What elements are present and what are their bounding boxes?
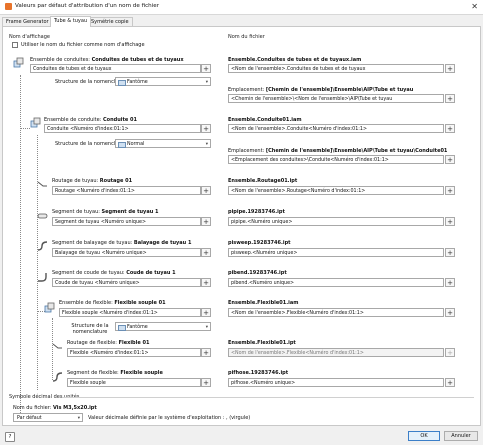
file-name-section: Nom du fichier (228, 34, 265, 40)
tree-line-conduite (37, 135, 38, 390)
display-name-field[interactable]: Flexible <Numéro d'index:01:1> (67, 348, 201, 357)
file-name-field[interactable]: <Nom de l'ensemble>.Routage<Numéro d'ind… (228, 186, 444, 195)
help-icon[interactable]: ? (5, 432, 15, 442)
display-name-field[interactable]: Conduites de tubes et de tuyaux (30, 64, 201, 73)
chevron-down-icon: ▾ (205, 80, 208, 85)
add-button[interactable]: + (201, 348, 211, 357)
file-name-field[interactable]: pifhose.<Numéro unique> (228, 378, 444, 387)
add-button[interactable]: + (201, 217, 211, 226)
add-button[interactable]: + (201, 124, 211, 133)
file-name-field[interactable]: <Nom de l'ensemble>.Conduites de tubes e… (228, 64, 444, 73)
window-title: Valeurs par défaut d'attribution d'un no… (15, 3, 160, 9)
file-name-field[interactable]: <Nom de l'ensemble>.Conduite<Numéro d'in… (228, 124, 444, 133)
file-title: pisweep.19283746.ipt (228, 240, 291, 246)
file-title: Ensemble.Conduites de tubes et de tuyaux… (228, 57, 362, 63)
file-title: pibend.19283746.ipt (228, 270, 287, 276)
add-button[interactable]: + (201, 378, 211, 387)
bom-structure-select[interactable]: Normal ▾ (115, 139, 211, 148)
row-label: Segment de coude de tuyau: Coude de tuya… (52, 270, 176, 276)
hose-assembly-icon (44, 302, 55, 313)
sweep-icon (37, 241, 48, 252)
add-button[interactable]: + (445, 378, 455, 387)
add-button[interactable]: + (445, 124, 455, 133)
chevron-down-icon: ▾ (205, 325, 208, 330)
add-button[interactable]: + (445, 308, 455, 317)
close-icon[interactable]: ✕ (471, 2, 478, 11)
add-button[interactable]: + (445, 217, 455, 226)
add-button[interactable]: + (201, 308, 211, 317)
display-name-field[interactable]: Flexible souple (67, 378, 201, 387)
display-name-field[interactable]: Conduite <Numéro d'index:01:1> (44, 124, 201, 133)
bom-structure-select[interactable]: Fantôme ▾ (115, 77, 211, 86)
decimal-symbol-select[interactable]: Par défaut ▾ (13, 413, 83, 422)
use-filename-checkbox[interactable] (12, 42, 18, 48)
location-field[interactable]: <Emplacement des conduites>\Conduite<Num… (228, 155, 444, 164)
chevron-down-icon: ▾ (77, 416, 80, 421)
add-button: + (445, 348, 455, 357)
add-button[interactable]: + (445, 64, 455, 73)
file-title: Ensemble.Flexible01.iam (228, 300, 299, 306)
display-name-field[interactable]: Routage <Numéro d'index:01:1> (52, 186, 201, 195)
bom-structure-select[interactable]: Fantôme ▾ (115, 322, 211, 331)
file-name-field[interactable]: <Nom de l'ensemble>.Flexible<Numéro d'in… (228, 308, 444, 317)
row-label: Segment de flexible: Flexible souple (67, 370, 163, 376)
add-button[interactable]: + (445, 248, 455, 257)
pipe-segment-icon (37, 211, 48, 222)
cancel-button[interactable]: Annuler (444, 431, 478, 441)
file-title: Ensemble.Flexible01.ipt (228, 340, 296, 346)
assembly-icon (13, 57, 24, 68)
section-divider (62, 397, 474, 398)
add-button[interactable]: + (445, 94, 455, 103)
row-label: Ensemble de conduites: Conduites de tube… (30, 57, 184, 63)
units-file-name: Nom du fichier: Vis M3,5x20.ipt (13, 405, 97, 411)
route-icon (37, 180, 48, 191)
row-label: Routage de tuyau: Routage 01 (52, 178, 133, 184)
file-title: pifhose.19283746.ipt (228, 370, 289, 376)
file-title: Ensemble.Routage01.ipt (228, 178, 298, 184)
add-button[interactable]: + (445, 155, 455, 164)
tab-panel (2, 26, 481, 426)
row-label: Ensemble de conduite: Conduite 01 (44, 117, 137, 123)
display-name-section: Nom d'affichage (9, 34, 50, 40)
display-name-field[interactable]: Balayage de tuyau <Numéro unique> (52, 248, 201, 257)
location-title: Emplacement: [Chemin de l'ensemble]\Ense… (228, 148, 448, 154)
file-title: Ensemble.Conduite01.iam (228, 117, 302, 123)
display-name-field[interactable]: Coude de tuyau <Numéro unique> (52, 278, 201, 287)
hose-route-icon (52, 342, 63, 353)
tree-branch (20, 128, 30, 129)
location-field[interactable]: <Chemin de l'ensemble>\<Nom de l'ensembl… (228, 94, 444, 103)
tree-line-root (20, 75, 21, 413)
chevron-down-icon: ▾ (205, 142, 208, 147)
bom-icon (118, 80, 126, 86)
app-icon (5, 3, 12, 10)
display-name-field[interactable]: Flexible souple <Numéro d'index:01:1> (59, 308, 201, 317)
row-label: Segment de tuyau: Segment de tuyau 1 (52, 209, 159, 215)
file-name-field: <Nom de l'ensemble>.Flexible<Numéro d'in… (228, 348, 444, 357)
file-name-field[interactable]: pibend.<Numéro unique> (228, 278, 444, 287)
bom-icon (118, 325, 126, 331)
tab-tube-tuyau[interactable]: Tube & tuyau (50, 16, 92, 27)
file-title: pipipe.19283746.ipt (228, 209, 285, 215)
file-name-field[interactable]: pipipe.<Numéro unique> (228, 217, 444, 226)
add-button[interactable]: + (201, 64, 211, 73)
row-label: Routage de flexible: Flexible 01 (67, 340, 150, 346)
row-label: Segment de balayage de tuyau: Balayage d… (52, 240, 192, 246)
display-name-field[interactable]: Segment de tuyau <Numéro unique> (52, 217, 201, 226)
use-filename-label: Utiliser le nom du fichier comme nom d'a… (21, 42, 145, 48)
add-button[interactable]: + (445, 186, 455, 195)
add-button[interactable]: + (201, 248, 211, 257)
add-button[interactable]: + (201, 186, 211, 195)
bend-icon (37, 272, 48, 283)
location-title: Emplacement: [Chemin de l'ensemble]\Ense… (228, 87, 414, 93)
hose-segment-icon (52, 372, 63, 383)
file-name-field[interactable]: pisweep.<Numéro unique> (228, 248, 444, 257)
ok-button[interactable]: OK (408, 431, 440, 441)
add-button[interactable]: + (201, 278, 211, 287)
bom-structure-label: Structure de la nomenclature (71, 323, 109, 335)
add-button[interactable]: + (445, 278, 455, 287)
decimal-note: Valeur décimale définie par le système d… (88, 415, 251, 421)
assembly-icon (30, 117, 41, 128)
row-label: Ensemble de flexible: Flexible souple 01 (59, 300, 166, 306)
bom-icon (118, 142, 126, 148)
